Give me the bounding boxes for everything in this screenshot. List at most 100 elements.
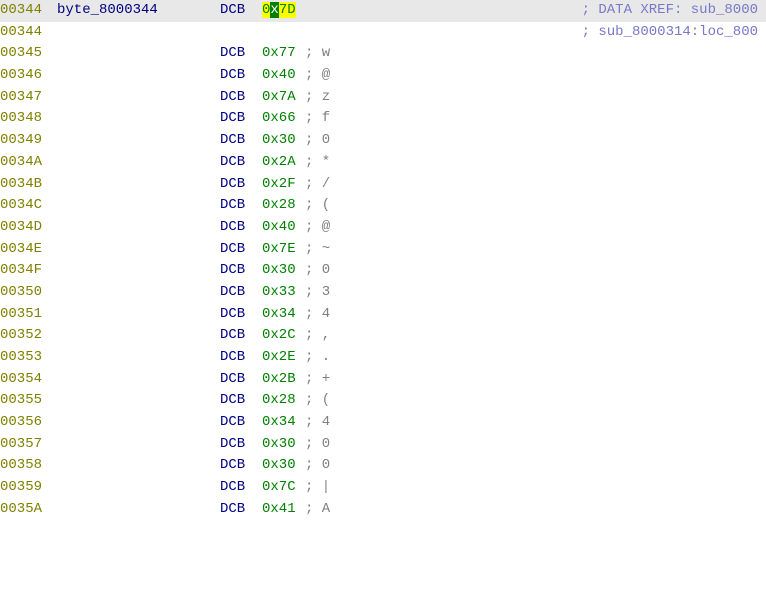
disasm-line[interactable]: 0034BDCB0x2F; /	[0, 174, 766, 196]
address: 0034F	[0, 260, 57, 282]
disasm-line[interactable]: 00353 DCB0x2E; .	[0, 347, 766, 369]
address: 0034D	[0, 217, 57, 239]
mnemonic: DCB	[220, 412, 262, 434]
address: 00358	[0, 455, 57, 477]
disasm-line[interactable]: 0034ADCB0x2A; *	[0, 152, 766, 174]
disassembly-view[interactable]: 00344byte_8000344DCB0x7D; DATA XREF: sub…	[0, 0, 766, 521]
comment-semicolon: ;	[305, 239, 313, 261]
ascii-comment: ,	[313, 325, 330, 347]
mnemonic: DCB	[220, 239, 262, 261]
address: 0034E	[0, 239, 57, 261]
disasm-line[interactable]: 00344 ; sub_8000314:loc_800	[0, 22, 766, 44]
operand: 0x28	[262, 390, 305, 412]
disasm-line[interactable]: 00346DCB0x40; @	[0, 65, 766, 87]
operand: 0x30	[262, 260, 305, 282]
address: 00352	[0, 325, 57, 347]
ascii-comment: 4	[313, 412, 330, 434]
comment-semicolon: ;	[305, 43, 313, 65]
disasm-line[interactable]: 0034E DCB0x7E; ~	[0, 239, 766, 261]
operand: 0x41	[262, 499, 305, 521]
mnemonic: DCB	[220, 130, 262, 152]
address: 00359	[0, 477, 57, 499]
comment-semicolon: ;	[305, 325, 313, 347]
disasm-line[interactable]: 00352DCB0x2C; ,	[0, 325, 766, 347]
address: 00345	[0, 43, 57, 65]
mnemonic: DCB	[220, 347, 262, 369]
ascii-comment: /	[313, 174, 330, 196]
disasm-line[interactable]: 00349DCB0x30; 0	[0, 130, 766, 152]
xref-comment[interactable]: ; sub_8000314:loc_800	[582, 24, 758, 40]
address: 00344	[0, 22, 57, 44]
comment-semicolon: ;	[305, 499, 313, 521]
ascii-comment: w	[313, 43, 330, 65]
operand: 0x2E	[262, 347, 305, 369]
disasm-line[interactable]: 00354DCB0x2B; +	[0, 369, 766, 391]
operand: 0x40	[262, 65, 305, 87]
disasm-line[interactable]: 00357DCB0x30; 0	[0, 434, 766, 456]
disasm-line[interactable]: 00348DCB0x66; f	[0, 108, 766, 130]
disasm-line[interactable]: 00345DCB0x77; w	[0, 43, 766, 65]
disasm-line[interactable]: 00344byte_8000344DCB0x7D; DATA XREF: sub…	[0, 0, 766, 22]
disasm-line[interactable]: 0034DDCB0x40; @	[0, 217, 766, 239]
disasm-line[interactable]: 00350DCB0x33; 3	[0, 282, 766, 304]
operand: 0x34	[262, 304, 305, 326]
address: 00356	[0, 412, 57, 434]
ascii-comment: f	[313, 108, 330, 130]
comment-semicolon: ;	[305, 130, 313, 152]
address: 00353	[0, 347, 57, 369]
ascii-comment: 0	[313, 130, 330, 152]
address: 00347	[0, 87, 57, 109]
disasm-line[interactable]: 0034FDCB0x30; 0	[0, 260, 766, 282]
disasm-line[interactable]: 0035ADCB0x41; A	[0, 499, 766, 521]
mnemonic: DCB	[220, 390, 262, 412]
operand: 0x34	[262, 412, 305, 434]
operand: 0x7E	[262, 239, 305, 261]
disasm-line[interactable]: 00351DCB0x34; 4	[0, 304, 766, 326]
xref-comment[interactable]: ; DATA XREF: sub_8000	[582, 2, 758, 18]
address: 00349	[0, 130, 57, 152]
comment-semicolon: ;	[305, 108, 313, 130]
address: 0034C	[0, 195, 57, 217]
ascii-comment: .	[313, 347, 330, 369]
mnemonic: DCB	[220, 108, 262, 130]
ascii-comment: (	[313, 390, 330, 412]
ascii-comment: z	[313, 87, 330, 109]
address: 00351	[0, 304, 57, 326]
comment-semicolon: ;	[305, 174, 313, 196]
comment-semicolon: ;	[305, 260, 313, 282]
address: 00355	[0, 390, 57, 412]
mnemonic: DCB	[220, 260, 262, 282]
disasm-line[interactable]: 00347DCB0x7A; z	[0, 87, 766, 109]
comment-semicolon: ;	[305, 412, 313, 434]
ascii-comment: @	[313, 217, 330, 239]
address: 0035A	[0, 499, 57, 521]
ascii-comment: 3	[313, 282, 330, 304]
comment-semicolon: ;	[305, 369, 313, 391]
comment-semicolon: ;	[305, 434, 313, 456]
comment-semicolon: ;	[305, 152, 313, 174]
disasm-line[interactable]: 00358DCB0x30; 0	[0, 455, 766, 477]
symbol-label[interactable]: byte_8000344	[57, 0, 220, 22]
disasm-line[interactable]: 00359DCB0x7C; |	[0, 477, 766, 499]
disasm-line[interactable]: 00355DCB0x28; (	[0, 390, 766, 412]
operand: 0x33	[262, 282, 305, 304]
mnemonic: DCB	[220, 325, 262, 347]
operand: 0x30	[262, 434, 305, 456]
ascii-comment: (	[313, 195, 330, 217]
mnemonic: DCB	[220, 455, 262, 477]
operand: 0x2B	[262, 369, 305, 391]
mnemonic: DCB	[220, 43, 262, 65]
mnemonic: DCB	[220, 87, 262, 109]
comment-semicolon: ;	[305, 347, 313, 369]
comment-semicolon: ;	[305, 282, 313, 304]
ascii-comment: |	[313, 477, 330, 499]
disasm-line[interactable]: 0034CDCB0x28; (	[0, 195, 766, 217]
ascii-comment: ~	[313, 239, 330, 261]
mnemonic: DCB	[220, 65, 262, 87]
address: 0034B	[0, 174, 57, 196]
comment-semicolon: ;	[305, 477, 313, 499]
address: 00350	[0, 282, 57, 304]
disasm-line[interactable]: 00356 DCB0x34; 4	[0, 412, 766, 434]
mnemonic: DCB	[220, 499, 262, 521]
operand: 0x7A	[262, 87, 305, 109]
